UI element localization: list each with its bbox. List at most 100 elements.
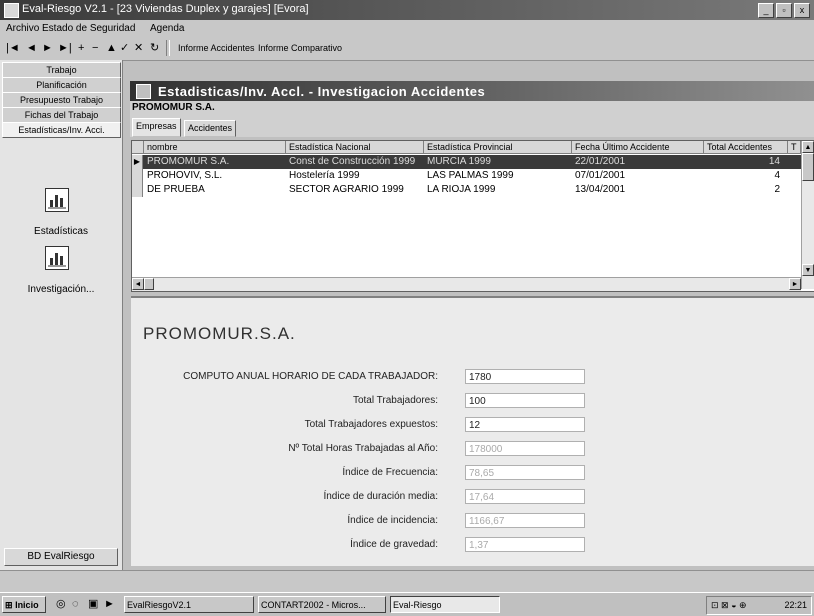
column-header-total-accidentes[interactable]: Total Accidentes: [704, 141, 788, 154]
table-row[interactable]: DE PRUEBA SECTOR AGRARIO 1999 LA RIOJA 1…: [132, 183, 801, 197]
edit-record-icon[interactable]: ▲: [106, 42, 117, 54]
taskbar-button-evalriesgo-v21[interactable]: EvalRiesgoV2.1: [124, 596, 254, 613]
quicklaunch-ie-icon[interactable]: ◎: [56, 598, 66, 610]
clock[interactable]: 22:21: [784, 597, 807, 614]
cell-fecha[interactable]: 13/04/2001: [572, 183, 704, 197]
start-label: Inicio: [15, 600, 39, 610]
table-row[interactable]: ▶ PROMOMUR S.A. Const de Construcción 19…: [132, 155, 801, 169]
column-header-estadistica-nacional[interactable]: Estadística Nacional: [286, 141, 424, 154]
cancel-record-icon[interactable]: ✕: [134, 42, 143, 54]
cell-provincial[interactable]: MURCIA 1999: [424, 155, 572, 169]
last-record-icon[interactable]: ►|: [58, 42, 72, 54]
next-record-icon[interactable]: ►: [42, 42, 53, 54]
minimize-button[interactable]: _: [758, 3, 774, 18]
taskbar-button-eval-riesgo[interactable]: Eval-Riesgo: [390, 596, 500, 613]
child-window-title: Estadisticas/Inv. Accl. - Investigacion …: [158, 84, 486, 99]
indice-frecuencia-field: 78,65: [465, 465, 585, 480]
scroll-up-icon[interactable]: ▲: [802, 141, 814, 153]
grid-vertical-scrollbar[interactable]: ▲ ▼: [801, 141, 814, 289]
toolbar-separator: [166, 40, 170, 56]
window-icon[interactable]: [136, 84, 151, 99]
selected-company-header: PROMOMUR S.A.: [130, 101, 814, 115]
taskbar: ⊞ Inicio ◎ ◌ ▣ ► EvalRiesgoV2.1 CONTART2…: [0, 592, 814, 616]
indice-duracion-field: 17,64: [465, 489, 585, 504]
scroll-right-icon[interactable]: ►: [789, 278, 801, 290]
field-label: Total Trabajadores expuestos:: [304, 419, 438, 430]
column-header-fecha-ultimo[interactable]: Fecha Último Accidente: [572, 141, 704, 154]
status-bar: [0, 570, 814, 593]
prev-record-icon[interactable]: ◄: [26, 42, 37, 54]
cell-nombre[interactable]: DE PRUEBA: [144, 183, 286, 197]
informe-accidentes-button[interactable]: Informe Accidentes: [178, 43, 255, 53]
scroll-down-icon[interactable]: ▼: [802, 264, 814, 276]
estadisticas-label[interactable]: Estadísticas: [0, 226, 122, 237]
row-indicator: [132, 169, 143, 183]
menu-agenda[interactable]: Agenda: [150, 23, 184, 34]
column-header-nombre[interactable]: nombre: [144, 141, 286, 154]
taskbar-button-contart[interactable]: CONTART2002 - Micros...: [258, 596, 386, 613]
computo-anual-field[interactable]: 1780: [465, 369, 585, 384]
chart-icon[interactable]: [45, 188, 69, 212]
tab-empresas[interactable]: Empresas: [132, 118, 181, 137]
trabajadores-expuestos-field[interactable]: 12: [465, 417, 585, 432]
add-record-icon[interactable]: +: [78, 42, 84, 54]
cell-fecha[interactable]: 07/01/2001: [572, 169, 704, 183]
field-label: Nº Total Horas Trabajadas al Año:: [288, 443, 438, 454]
companies-grid[interactable]: nombre Estadística Nacional Estadística …: [131, 140, 814, 292]
child-window-title-bar: Estadisticas/Inv. Accl. - Investigacion …: [130, 81, 814, 101]
indice-incidencia-field: 1166,67: [465, 513, 585, 528]
cell-fecha[interactable]: 22/01/2001: [572, 155, 704, 169]
quicklaunch-desktop-icon[interactable]: ▣: [88, 598, 98, 610]
cell-provincial[interactable]: LAS PALMAS 1999: [424, 169, 572, 183]
bd-evalriesgo-button[interactable]: BD EvalRiesgo: [4, 548, 118, 566]
cell-total[interactable]: 4: [704, 169, 788, 183]
cell-nombre[interactable]: PROMOMUR S.A.: [144, 155, 286, 169]
sidebar-item-fichas[interactable]: Fichas del Trabajo: [2, 107, 121, 123]
informe-comparativo-button[interactable]: Informe Comparativo: [258, 43, 342, 53]
sidebar-item-trabajo[interactable]: Trabajo: [2, 62, 121, 78]
field-label: Índice de Frecuencia:: [342, 467, 438, 478]
sidebar-item-estadisticas[interactable]: Estadísticas/Inv. Acci.: [2, 122, 121, 138]
row-indicator: [132, 183, 143, 197]
selected-company-label: PROMOMUR S.A.: [132, 102, 215, 113]
menu-estado-seguridad[interactable]: Estado de Seguridad: [42, 23, 135, 34]
app-icon[interactable]: [4, 3, 19, 18]
column-header-estadistica-provincial[interactable]: Estadística Provincial: [424, 141, 572, 154]
maximize-button[interactable]: ▫: [776, 3, 792, 18]
scroll-thumb[interactable]: [144, 278, 154, 290]
scroll-left-icon[interactable]: ◄: [132, 278, 144, 290]
total-trabajadores-field[interactable]: 100: [465, 393, 585, 408]
cell-nacional[interactable]: SECTOR AGRARIO 1999: [286, 183, 424, 197]
cell-total[interactable]: 2: [704, 183, 788, 197]
toolbar: |◄ ◄ ► ►| + − ▲ ✓ ✕ ↻ Informe Accidentes…: [0, 38, 814, 61]
sidebar-item-presupuesto[interactable]: Presupuesto Trabajo: [2, 92, 121, 108]
field-label: COMPUTO ANUAL HORARIO DE CADA TRABAJADOR…: [183, 371, 438, 382]
column-header-extra[interactable]: T: [788, 141, 801, 154]
cell-nacional[interactable]: Const de Construcción 1999: [286, 155, 424, 169]
grid-horizontal-scrollbar[interactable]: ◄ ►: [132, 277, 801, 291]
cell-nombre[interactable]: PROHOVIV, S.L.: [144, 169, 286, 183]
company-detail-panel: PROMOMUR.S.A. COMPUTO ANUAL HORARIO DE C…: [131, 296, 814, 566]
cell-total[interactable]: 14: [704, 155, 788, 169]
refresh-icon[interactable]: ↻: [150, 42, 159, 54]
investigacion-label[interactable]: Investigación...: [0, 284, 122, 295]
cell-provincial[interactable]: LA RIOJA 1999: [424, 183, 572, 197]
post-record-icon[interactable]: ✓: [120, 42, 129, 54]
chart-icon[interactable]: [45, 246, 69, 270]
first-record-icon[interactable]: |◄: [6, 42, 20, 54]
table-row[interactable]: PROHOVIV, S.L. Hostelería 1999 LAS PALMA…: [132, 169, 801, 183]
title-bar: Eval-Riesgo V2.1 - [23 Viviendas Duplex …: [0, 0, 814, 20]
menu-archivo[interactable]: Archivo: [6, 23, 39, 34]
delete-record-icon[interactable]: −: [92, 42, 98, 54]
quicklaunch-outlook-icon[interactable]: ◌: [72, 598, 79, 610]
tab-accidentes[interactable]: Accidentes: [184, 120, 237, 137]
start-button[interactable]: ⊞ Inicio: [2, 596, 46, 613]
sidebar-item-planificacion[interactable]: Planificación: [2, 77, 121, 93]
close-button[interactable]: x: [794, 3, 810, 18]
cell-nacional[interactable]: Hostelería 1999: [286, 169, 424, 183]
quicklaunch-media-icon[interactable]: ►: [104, 598, 115, 610]
scroll-thumb[interactable]: [802, 153, 814, 181]
field-label: Total Trabajadores:: [352, 395, 438, 406]
tray-icons[interactable]: ⊡ ⊠ ◒ ⊕: [711, 597, 747, 614]
field-label: Índice de gravedad:: [350, 539, 438, 550]
